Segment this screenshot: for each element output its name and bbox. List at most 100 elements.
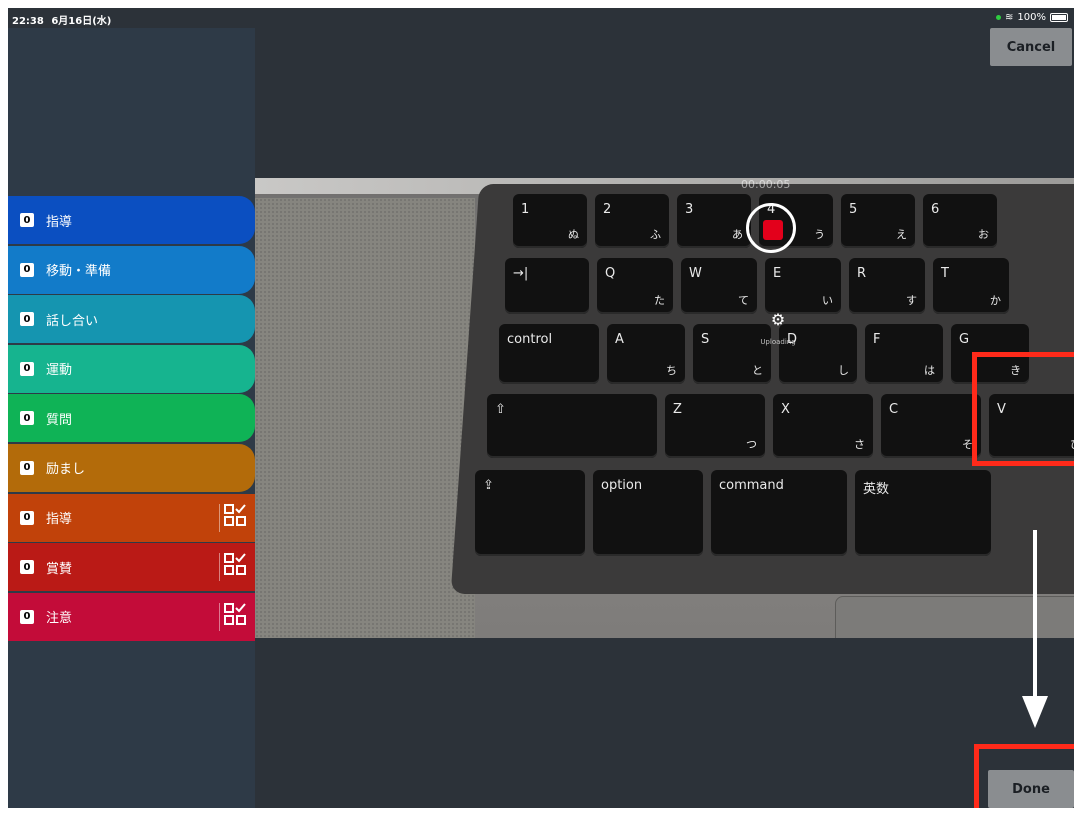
category-item[interactable]: 0 注意 [8,592,255,641]
key-kana: ち [666,364,677,377]
keyboard-key: Wて [681,258,757,314]
down-arrow-annotation [1022,530,1048,728]
category-label: 励まし [46,462,86,478]
category-label: 運動 [46,363,73,379]
status-bar: 22:38 6月16日(水) ≋ 100% [8,8,1074,28]
keyboard-key: Rす [849,258,925,314]
category-item[interactable]: 0 移動・準備 [8,245,255,294]
keyboard-key: Fは [865,324,943,384]
keyboard-key: command [711,470,847,556]
category-sidebar: 0 指導 0 移動・準備 0 話し合い 0 運動 0 質問 0 励まし 0 指導 0 賞賛 0 注意 [8,28,255,808]
key-label: command [719,478,784,493]
key-label: F [873,332,881,347]
status-indicators: ≋ 100% [996,12,1068,23]
keyboard-key: Aち [607,324,685,384]
category-list: 0 指導 0 移動・準備 0 話し合い 0 運動 0 質問 0 励まし 0 指導 0 賞賛 0 注意 [8,196,255,642]
key-label: W [689,266,702,281]
key-kana: お [978,228,989,241]
key-label: R [857,266,867,281]
cloud-upload-icon: ⚙ [770,310,786,329]
key-kana: は [924,364,935,377]
keyboard-key: Qた [597,258,673,314]
category-item[interactable]: 0 質問 [8,394,255,443]
recording-dot-icon [996,15,1002,20]
category-item[interactable]: 0 励まし [8,443,255,492]
keyboard-key: option [593,470,703,556]
category-item[interactable]: 0 運動 [8,344,255,393]
speaker-grille [255,198,475,638]
keyboard-key: Zつ [665,394,765,458]
key-label: Q [605,266,616,281]
keyboard-key: Cそ [881,394,981,458]
category-label: 移動・準備 [46,264,112,280]
key-kana: と [752,364,763,377]
key-label: S [701,332,710,347]
cancel-button[interactable]: Cancel [990,28,1072,66]
stop-icon [763,220,783,240]
category-count: 0 [20,411,34,426]
wifi-icon: ≋ [1005,12,1014,23]
category-count: 0 [20,460,34,475]
app-screen: 22:38 6月16日(水) ≋ 100% 0 指導 0 移動・準備 0 話し合い 0 運動 0… [8,8,1074,808]
category-label: 賞賛 [46,561,73,577]
key-label: X [781,402,790,417]
keyboard-key: ⇧ [487,394,657,458]
keyboard-key: Tか [933,258,1009,314]
category-item[interactable]: 0 指導 [8,196,255,244]
key-kana: す [906,294,917,307]
keyboard-key: 1ぬ [513,194,587,248]
key-label: 2 [603,202,612,217]
battery-icon [1050,13,1068,22]
key-kana: て [738,294,749,307]
battery-percent: 100% [1017,12,1046,23]
highlight-record-annotation [972,352,1074,466]
key-label: G [959,332,970,347]
key-label: E [773,266,782,281]
key-kana: い [822,294,833,307]
camera-preview: 1 ぬ 2 ふ 3 あ 4 う 5 え 6 お →| Q た W て E い R す T か control A ち S と D し F は G… [255,178,1074,638]
key-kana: た [654,294,665,307]
keyboard-key: ⇪ [475,470,585,556]
key-kana: し [838,364,849,377]
category-count: 0 [20,560,34,575]
keyboard-key: 6お [923,194,997,248]
category-label: 話し合い [46,313,99,329]
keyboard-key: →| [505,258,589,314]
keyboard-key: Eい [765,258,841,314]
category-count: 0 [20,213,34,227]
checklist-icon[interactable] [219,602,247,631]
category-item[interactable]: 0 話し合い [8,295,255,344]
upload-status: ⚙ Uploading [758,310,798,348]
key-label: ⇪ [483,478,494,493]
category-item[interactable]: 0 賞賛 [8,543,255,592]
highlight-done-annotation [974,744,1074,808]
key-kana: さ [854,438,865,451]
key-kana: か [990,294,1001,307]
keyboard-key: Xさ [773,394,873,458]
stop-record-button[interactable] [746,203,796,253]
key-label: 英数 [863,482,890,497]
key-label: 3 [685,202,694,217]
category-count: 0 [20,510,34,525]
category-count: 0 [20,609,34,624]
key-kana: ぬ [568,228,579,241]
category-label: 質問 [46,412,73,428]
key-label: option [601,478,643,493]
key-label: A [615,332,624,347]
key-label: 5 [849,202,858,217]
recording-timer: 00:00:05 [741,178,791,191]
key-label: →| [513,266,529,281]
key-label: C [889,402,899,417]
upload-label: Uploading [760,338,796,346]
checklist-icon[interactable] [219,553,247,582]
category-item[interactable]: 0 指導 [8,493,255,542]
key-kana: あ [732,228,743,241]
category-count: 0 [20,361,34,376]
keyboard-key: 2ふ [595,194,669,248]
key-kana: え [896,228,907,241]
keyboard-key: 英数 [855,470,991,556]
category-label: 注意 [46,611,73,627]
category-label: 指導 [46,512,73,528]
checklist-icon[interactable] [219,503,247,532]
key-kana: う [814,228,825,241]
